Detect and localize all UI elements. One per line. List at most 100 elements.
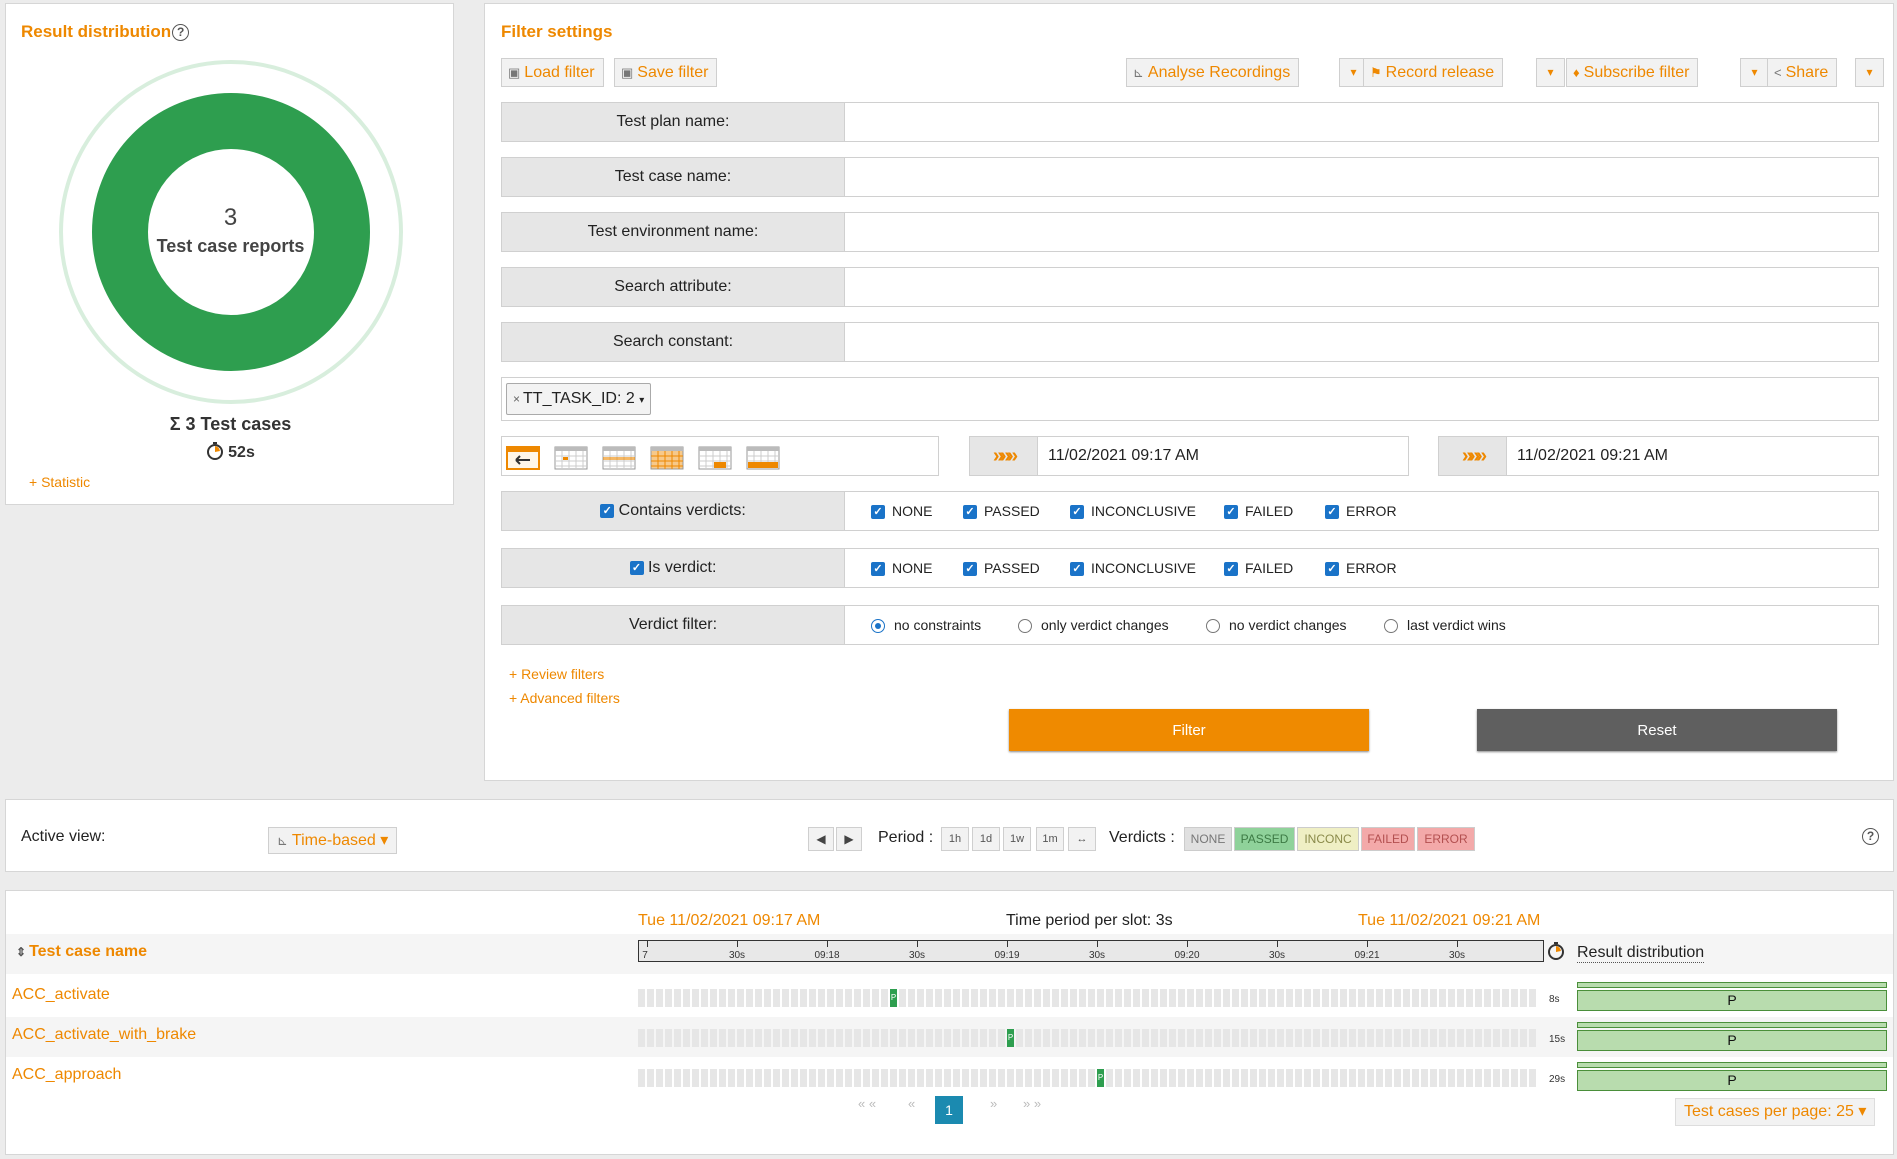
review-filters-link[interactable]: + Review filters <box>509 666 604 682</box>
table-row[interactable]: ACC_activate_with_brake P 15s P <box>6 1017 1893 1057</box>
contains-error-option[interactable]: ✓ ERROR <box>1325 503 1397 520</box>
verdict-inconc-toggle[interactable]: INCONC <box>1297 827 1359 851</box>
checkbox[interactable]: ✓ <box>963 505 977 520</box>
checkbox[interactable]: ✓ <box>1070 505 1084 520</box>
period-1d-button[interactable]: 1d <box>972 827 1000 851</box>
previous-period-button[interactable]: ◀ <box>808 827 834 851</box>
pager-next-button[interactable]: » <box>990 1096 997 1111</box>
calendar-all-icon[interactable] <box>746 446 780 470</box>
calendar-back-icon[interactable] <box>506 446 540 470</box>
help-icon[interactable]: ? <box>1862 828 1879 845</box>
is-verdict-label[interactable]: ✓ Is verdict: <box>502 549 845 587</box>
help-icon[interactable]: ? <box>172 24 190 42</box>
checkbox[interactable]: ✓ <box>1070 562 1084 577</box>
search-attribute-input[interactable] <box>847 270 1876 304</box>
table-row[interactable]: ACC_activate P 8s P <box>6 977 1893 1017</box>
last-verdict-wins-radio[interactable]: last verdict wins <box>1384 617 1506 634</box>
checkbox[interactable]: ✓ <box>871 562 885 577</box>
checkbox[interactable]: ✓ <box>1224 562 1238 577</box>
sort-icon[interactable]: ⇕ <box>16 945 26 959</box>
result-bar[interactable]: P <box>1577 1070 1887 1091</box>
radio[interactable] <box>1384 619 1398 634</box>
attribute-tag-chip[interactable]: × TT_TASK_ID: 2 ▾ <box>506 383 652 415</box>
load-filter-button[interactable]: ▣ Load filter <box>501 58 604 87</box>
checkbox[interactable]: ✓ <box>963 562 977 577</box>
pager-last-button[interactable]: » » <box>1023 1096 1041 1111</box>
is-none-option[interactable]: ✓ NONE <box>871 560 932 577</box>
result-bar[interactable]: P <box>1577 990 1887 1011</box>
pager-prev-button[interactable]: « <box>908 1096 915 1111</box>
pager-first-button[interactable]: « « <box>858 1096 876 1111</box>
calendar-range-icon[interactable] <box>698 446 732 470</box>
contains-failed-option[interactable]: ✓ FAILED <box>1224 503 1293 520</box>
passed-slot[interactable]: P <box>1007 1029 1014 1047</box>
date-to-value[interactable]: 11/02/2021 09:21 AM <box>1517 437 1668 475</box>
chevron-down-icon[interactable]: ▾ <box>639 395 644 406</box>
checkbox[interactable]: ✓ <box>1224 505 1238 520</box>
timeline-axis[interactable]: 7 30s 09:18 30s 09:19 30s 09:20 30s 09:21 30s <box>638 940 1544 962</box>
pager-current-page[interactable]: 1 <box>935 1096 963 1124</box>
radio-selected[interactable] <box>871 619 885 634</box>
date-from-field[interactable]: »»» 11/02/2021 09:17 AM <box>969 436 1409 476</box>
share-button[interactable]: < Share <box>1767 58 1838 87</box>
verdict-none-toggle[interactable]: NONE <box>1184 827 1232 851</box>
donut-passed-segment[interactable] <box>92 93 370 371</box>
contains-passed-option[interactable]: ✓ PASSED <box>963 503 1040 520</box>
view-mode-dropdown[interactable]: ⊾ Time-based ▾ <box>268 827 398 854</box>
test-case-link[interactable]: ACC_approach <box>12 1066 121 1084</box>
only-verdict-changes-radio[interactable]: only verdict changes <box>1018 617 1169 634</box>
test-case-name-header[interactable]: ⇕ Test case name <box>16 943 147 961</box>
contains-verdicts-checkbox[interactable]: ✓ <box>600 503 615 518</box>
calendar-day-icon[interactable] <box>554 446 588 470</box>
checkbox[interactable]: ✓ <box>1325 562 1339 577</box>
result-bar[interactable]: P <box>1577 1030 1887 1051</box>
checkbox[interactable]: ✓ <box>1325 505 1339 520</box>
calendar-week-icon[interactable] <box>602 446 636 470</box>
is-passed-option[interactable]: ✓ PASSED <box>963 560 1040 577</box>
save-filter-button[interactable]: ▣ Save filter <box>614 58 718 87</box>
reset-button[interactable]: Reset <box>1477 709 1837 751</box>
date-from-value[interactable]: 11/02/2021 09:17 AM <box>1048 437 1199 475</box>
no-constraints-radio[interactable]: no constraints <box>871 617 981 634</box>
share-dropdown[interactable]: ▾ <box>1855 58 1884 87</box>
period-1w-button[interactable]: 1w <box>1003 827 1031 851</box>
verdict-failed-toggle[interactable]: FAILED <box>1361 827 1415 851</box>
contains-verdicts-label[interactable]: ✓ Contains verdicts: <box>502 492 845 530</box>
verdict-error-toggle[interactable]: ERROR <box>1417 827 1475 851</box>
test-environment-name-input[interactable] <box>847 215 1876 249</box>
contains-none-option[interactable]: ✓ NONE <box>871 503 932 520</box>
is-verdict-checkbox[interactable]: ✓ <box>629 560 644 575</box>
subscribe-filter-button[interactable]: ♦ Subscribe filter <box>1566 58 1699 87</box>
attribute-tag-row[interactable]: × TT_TASK_ID: 2 ▾ <box>501 377 1879 421</box>
contains-inconclusive-option[interactable]: ✓ INCONCLUSIVE <box>1070 503 1196 520</box>
table-row[interactable]: ACC_approach P 29s P <box>6 1057 1893 1097</box>
passed-slot[interactable]: P <box>1097 1069 1104 1087</box>
period-1h-button[interactable]: 1h <box>941 827 969 851</box>
test-case-link[interactable]: ACC_activate <box>12 986 110 1004</box>
record-release-button[interactable]: ⚑ Record release <box>1363 58 1504 87</box>
subscribe-filter-dropdown[interactable]: ▾ <box>1740 58 1769 87</box>
is-error-option[interactable]: ✓ ERROR <box>1325 560 1397 577</box>
verdict-passed-toggle[interactable]: PASSED <box>1234 827 1295 851</box>
period-1m-button[interactable]: 1m <box>1036 827 1064 851</box>
test-case-name-input[interactable] <box>847 160 1876 194</box>
next-period-button[interactable]: ▶ <box>836 827 862 851</box>
checkbox[interactable]: ✓ <box>871 505 885 520</box>
calendar-month-icon[interactable] <box>650 446 684 470</box>
analyse-recordings-button[interactable]: ⊾ Analyse Recordings <box>1126 58 1300 87</box>
no-verdict-changes-radio[interactable]: no verdict changes <box>1206 617 1347 634</box>
record-release-dropdown[interactable]: ▾ <box>1536 58 1565 87</box>
filter-button[interactable]: Filter <box>1009 709 1369 751</box>
tag-remove-icon[interactable]: × <box>513 392 520 406</box>
search-constant-input[interactable] <box>847 325 1876 359</box>
date-to-field[interactable]: »»» 11/02/2021 09:21 AM <box>1438 436 1879 476</box>
per-page-dropdown[interactable]: Test cases per page: 25 ▾ <box>1675 1098 1876 1126</box>
radio[interactable] <box>1206 619 1220 634</box>
radio[interactable] <box>1018 619 1032 634</box>
passed-slot[interactable]: P <box>890 989 897 1007</box>
period-all-button[interactable]: ↔ <box>1068 827 1096 851</box>
test-case-link[interactable]: ACC_activate_with_brake <box>12 1026 196 1044</box>
advanced-filters-link[interactable]: + Advanced filters <box>509 690 620 706</box>
is-inconclusive-option[interactable]: ✓ INCONCLUSIVE <box>1070 560 1196 577</box>
statistic-link[interactable]: + Statistic <box>29 474 90 490</box>
